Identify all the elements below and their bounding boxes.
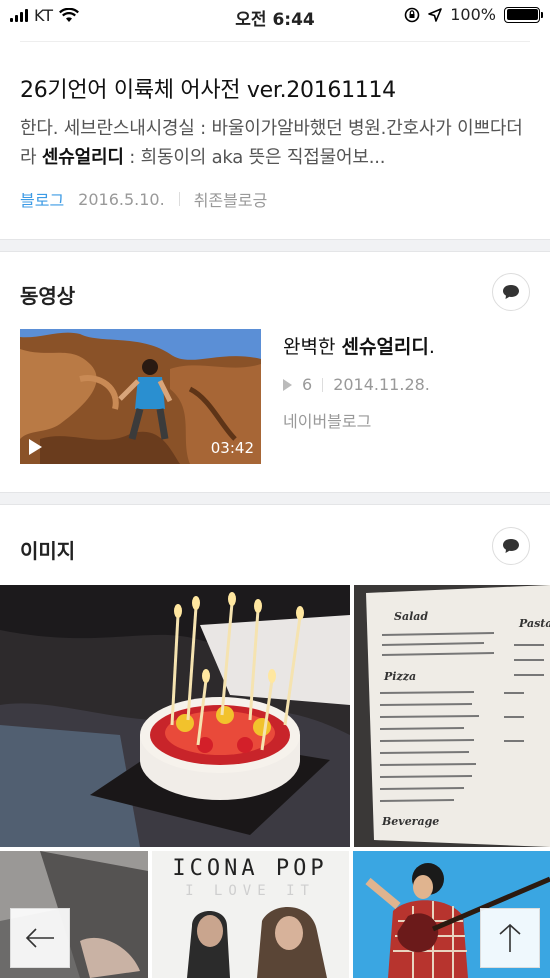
status-bar: KT 오전 6:44 100% bbox=[0, 0, 550, 32]
battery-icon bbox=[504, 6, 543, 23]
arrow-up-icon bbox=[499, 923, 521, 952]
image-cake[interactable] bbox=[0, 585, 350, 847]
orientation-lock-icon bbox=[404, 7, 420, 22]
image-album[interactable]: ICONA POP I LOVE IT bbox=[152, 851, 349, 978]
date-label: 2016.5.10. bbox=[78, 189, 165, 209]
play-icon bbox=[29, 439, 42, 455]
video-thumbnail[interactable]: 03:42 bbox=[20, 329, 261, 464]
speech-bubble-icon bbox=[503, 285, 519, 299]
arrow-left-icon bbox=[25, 928, 54, 948]
source-label[interactable]: 블로그 bbox=[20, 187, 64, 211]
location-icon bbox=[428, 7, 443, 22]
blog-result-card[interactable]: 26기언어 이륙체 어사전 ver.20161114 한다. 세브란스내시경실 … bbox=[0, 42, 550, 239]
section-gap bbox=[0, 492, 550, 505]
highlight-keyword: 센슈얼리디 bbox=[341, 336, 429, 358]
image-menu[interactable]: Salad Pasta Pizza Beverage bbox=[354, 585, 550, 847]
video-title[interactable]: 완벽한 센슈얼리디. bbox=[283, 332, 533, 359]
meta-separator bbox=[322, 377, 324, 392]
image-comment-button[interactable] bbox=[492, 527, 530, 565]
menu-photo: Salad Pasta Pizza Beverage bbox=[354, 585, 550, 847]
battery-percent: 100% bbox=[450, 5, 496, 24]
svg-text:Pizza: Pizza bbox=[383, 670, 416, 683]
image-section-title: 이미지 bbox=[20, 539, 76, 563]
highlight-keyword: 센슈얼리디 bbox=[41, 147, 124, 168]
svg-text:Beverage: Beverage bbox=[381, 815, 439, 828]
video-meta: 6 2014.11.28. bbox=[283, 375, 533, 394]
play-count: 6 bbox=[302, 375, 313, 394]
cake-photo bbox=[0, 585, 350, 847]
video-date: 2014.11.28. bbox=[333, 375, 430, 394]
meta-separator bbox=[178, 192, 180, 206]
blog-result-title[interactable]: 26기언어 이륙체 어사전 ver.20161114 bbox=[20, 72, 396, 104]
svg-text:I LOVE IT: I LOVE IT bbox=[185, 883, 315, 899]
svg-text:Salad: Salad bbox=[394, 610, 428, 623]
blog-result-meta: 블로그 2016.5.10. 취존블로긍 bbox=[20, 187, 267, 211]
scroll-top-button[interactable] bbox=[480, 908, 540, 968]
album-photo: ICONA POP I LOVE IT bbox=[152, 851, 349, 978]
video-section-title: 동영상 bbox=[20, 284, 76, 308]
video-comment-button[interactable] bbox=[492, 273, 530, 311]
play-count-icon bbox=[283, 378, 292, 391]
author-label[interactable]: 취존블로긍 bbox=[194, 187, 268, 211]
status-right: 100% bbox=[404, 5, 543, 24]
back-button[interactable] bbox=[10, 908, 70, 968]
section-gap bbox=[0, 239, 550, 252]
speech-bubble-icon bbox=[503, 539, 519, 553]
video-info[interactable]: 완벽한 센슈얼리디. 6 2014.11.28. 네이버블로그 bbox=[283, 332, 533, 432]
blog-result-description: 한다. 세브란스내시경실 : 바울이가알바했던 병원.간호사가 이쁘다더라 센슈… bbox=[20, 118, 523, 168]
svg-text:ICONA POP: ICONA POP bbox=[172, 856, 327, 881]
video-source[interactable]: 네이버블로그 bbox=[283, 408, 533, 432]
video-duration: 03:42 bbox=[210, 439, 254, 457]
svg-text:Pasta: Pasta bbox=[518, 617, 550, 630]
